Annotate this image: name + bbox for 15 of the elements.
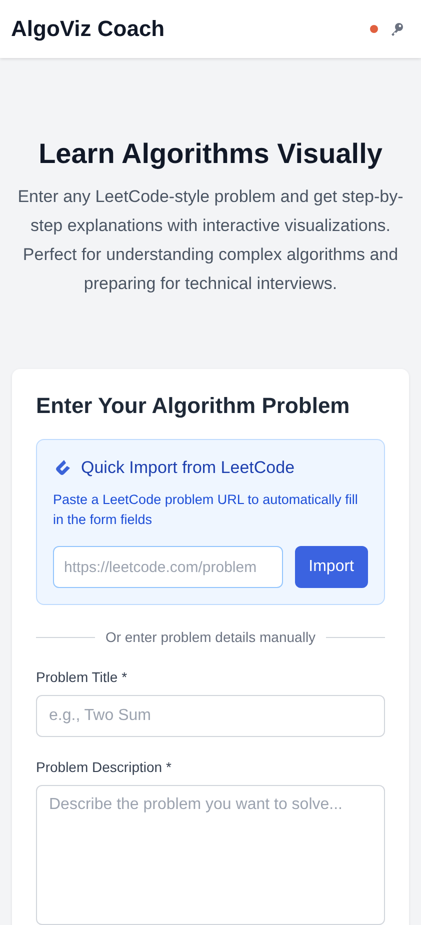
hero-title: Learn Algorithms Visually bbox=[38, 138, 384, 170]
card-title: Enter Your Algorithm Problem bbox=[36, 393, 351, 419]
status-dot-icon bbox=[370, 25, 378, 33]
field-label: Problem Title * bbox=[36, 669, 128, 685]
hero-text: Enter any LeetCode-style problem and get step-by-step explanations with interactive visualizations. Perfect for understanding complex algorithms and preparing for technical interviews. bbox=[16, 186, 404, 295]
description-field[interactable]: Describe the problem you want to solve... bbox=[36, 785, 385, 925]
key-icon[interactable] bbox=[390, 22, 404, 36]
import-button[interactable]: Import bbox=[294, 546, 368, 588]
url-field[interactable]: https://leetcode.com/problem bbox=[53, 546, 283, 588]
field-label: Problem Description * bbox=[36, 759, 172, 775]
app-title: AlgoViz Coach bbox=[11, 16, 165, 42]
import-hint: Paste a LeetCode problem URL to automatically fill in the form fields bbox=[53, 491, 359, 529]
import-title: Quick Import from LeetCode bbox=[81, 458, 295, 478]
title-field[interactable]: e.g., Two Sum bbox=[36, 695, 385, 737]
divider-label: Or enter problem details manually bbox=[105, 629, 316, 645]
